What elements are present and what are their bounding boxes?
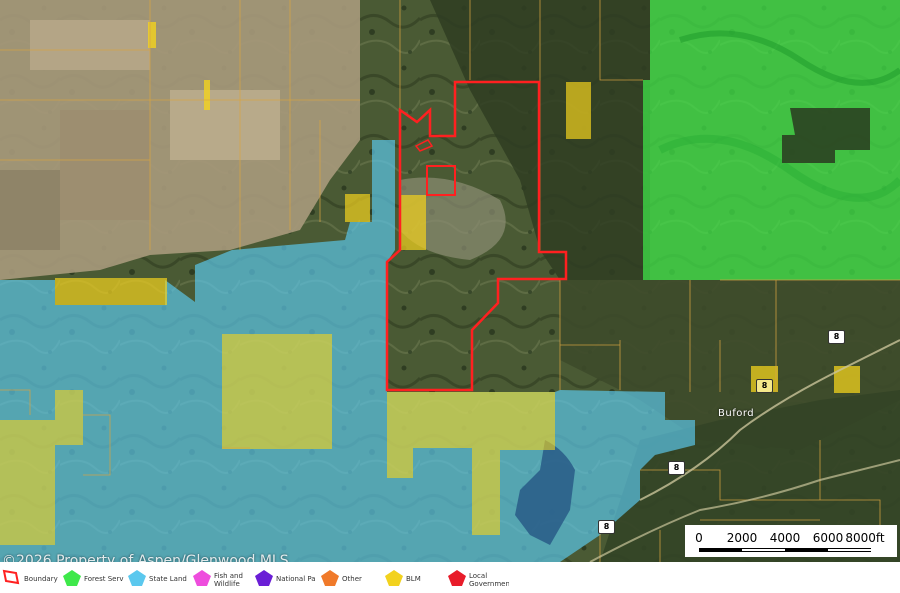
blm-swatch-icon [385, 570, 403, 586]
legend-item-local-government: Local Government [447, 566, 517, 590]
legend-label: National Parl [276, 575, 316, 583]
map-view[interactable]: Buford 8 8 8 8 ©2026 Property of Aspen/G… [0, 0, 900, 562]
scale-label: 0 [695, 531, 703, 545]
legend-label: Local Government [469, 572, 509, 588]
legend-item-national-park: National Parl [254, 566, 324, 590]
scale-label: 8000ft [845, 531, 885, 545]
legend-item-fish-wildlife: Fish and Wildlife [192, 566, 262, 590]
route-8-shield-icon: 8 [598, 520, 615, 534]
other-swatch-icon [321, 570, 339, 586]
route-8-shield-icon: 8 [668, 461, 685, 475]
legend-item-other: Other [320, 566, 380, 590]
boundary-outline-icon [2, 569, 20, 585]
scale-bar: 0 2000 4000 6000 8000ft [685, 525, 897, 557]
legend-item-forest-service: Forest Servic [62, 566, 132, 590]
legend-label: Other [342, 575, 362, 583]
scale-label: 4000 [769, 531, 801, 545]
fish-wildlife-swatch-icon [193, 570, 211, 586]
town-label-buford: Buford [718, 408, 755, 419]
scale-label: 6000 [812, 531, 844, 545]
legend-label: State Land [149, 575, 187, 583]
legend-label: BLM [406, 575, 421, 583]
satellite-map [0, 0, 900, 562]
legend-item-blm: BLM [384, 566, 444, 590]
legend-item-boundary: Boundary [2, 566, 62, 590]
legend-label: Forest Servic [84, 575, 124, 583]
map-legend: Boundary Forest Servic State Land Fish a… [0, 562, 900, 593]
copyright-watermark: ©2026 Property of Aspen/Glenwood MLS [2, 553, 289, 562]
state-land-swatch-icon [128, 570, 146, 586]
forest-service-swatch-icon [63, 570, 81, 586]
legend-label: Boundary [24, 575, 58, 583]
route-8-shield-icon: 8 [828, 330, 845, 344]
national-park-swatch-icon [255, 570, 273, 586]
legend-label: Fish and Wildlife [214, 572, 243, 588]
legend-item-state-land: State Land [127, 566, 197, 590]
local-government-swatch-icon [448, 570, 466, 586]
route-8-shield-icon: 8 [756, 379, 773, 393]
scale-label: 2000 [726, 531, 758, 545]
